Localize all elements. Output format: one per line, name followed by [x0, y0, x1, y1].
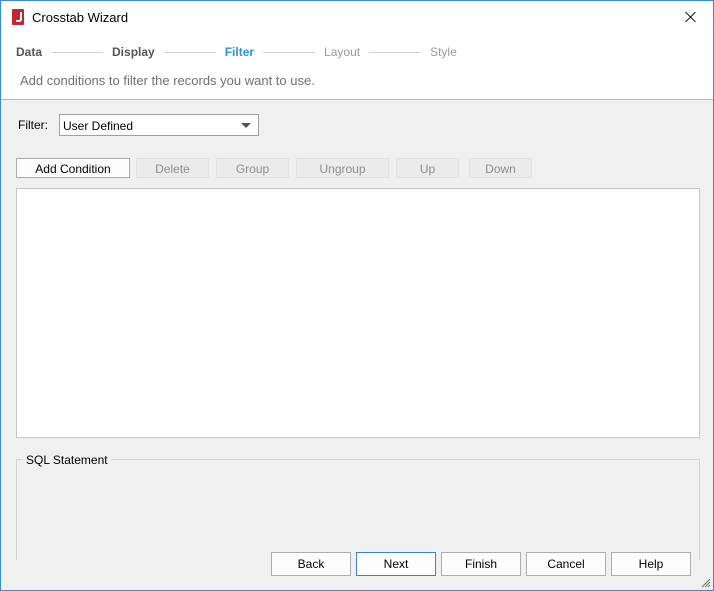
finish-button[interactable]: Finish: [441, 552, 521, 576]
step-filter: Filter: [224, 45, 255, 59]
sql-statement-label: SQL Statement: [23, 453, 111, 467]
cancel-button[interactable]: Cancel: [526, 552, 606, 576]
up-button[interactable]: Up: [396, 158, 459, 178]
filter-label: Filter:: [18, 118, 48, 132]
wizard-steps: Data Display Filter Layout Style: [16, 44, 457, 60]
close-button[interactable]: [669, 1, 713, 33]
down-button[interactable]: Down: [469, 158, 532, 178]
condition-list[interactable]: [16, 188, 700, 438]
step-connector: [369, 51, 422, 53]
delete-button[interactable]: Delete: [136, 158, 209, 178]
step-style: Style: [430, 45, 457, 59]
crosstab-wizard-dialog: Crosstab Wizard Data Display Filter Layo…: [0, 0, 714, 591]
window-title: Crosstab Wizard: [32, 10, 129, 25]
ungroup-button[interactable]: Ungroup: [296, 158, 389, 178]
resize-grip-icon[interactable]: [701, 578, 711, 588]
filter-dropdown[interactable]: User Defined: [59, 114, 259, 136]
title-bar: Crosstab Wizard: [1, 1, 713, 33]
app-logo-icon: [12, 9, 24, 25]
group-button[interactable]: Group: [216, 158, 289, 178]
chevron-down-icon: [241, 123, 251, 128]
sql-statement-group: [16, 459, 700, 560]
back-button[interactable]: Back: [271, 552, 351, 576]
step-layout: Layout: [324, 45, 361, 59]
wizard-header: Data Display Filter Layout Style Add con…: [1, 33, 713, 100]
next-button[interactable]: Next: [356, 552, 436, 576]
step-data: Data: [16, 45, 43, 59]
step-description: Add conditions to filter the records you…: [20, 73, 315, 88]
help-button[interactable]: Help: [611, 552, 691, 576]
step-display: Display: [112, 45, 155, 59]
step-connector: [51, 51, 104, 53]
filter-selected-value: User Defined: [63, 119, 134, 133]
step-connector: [163, 51, 216, 53]
add-condition-button[interactable]: Add Condition: [16, 158, 130, 178]
step-connector: [263, 51, 316, 53]
